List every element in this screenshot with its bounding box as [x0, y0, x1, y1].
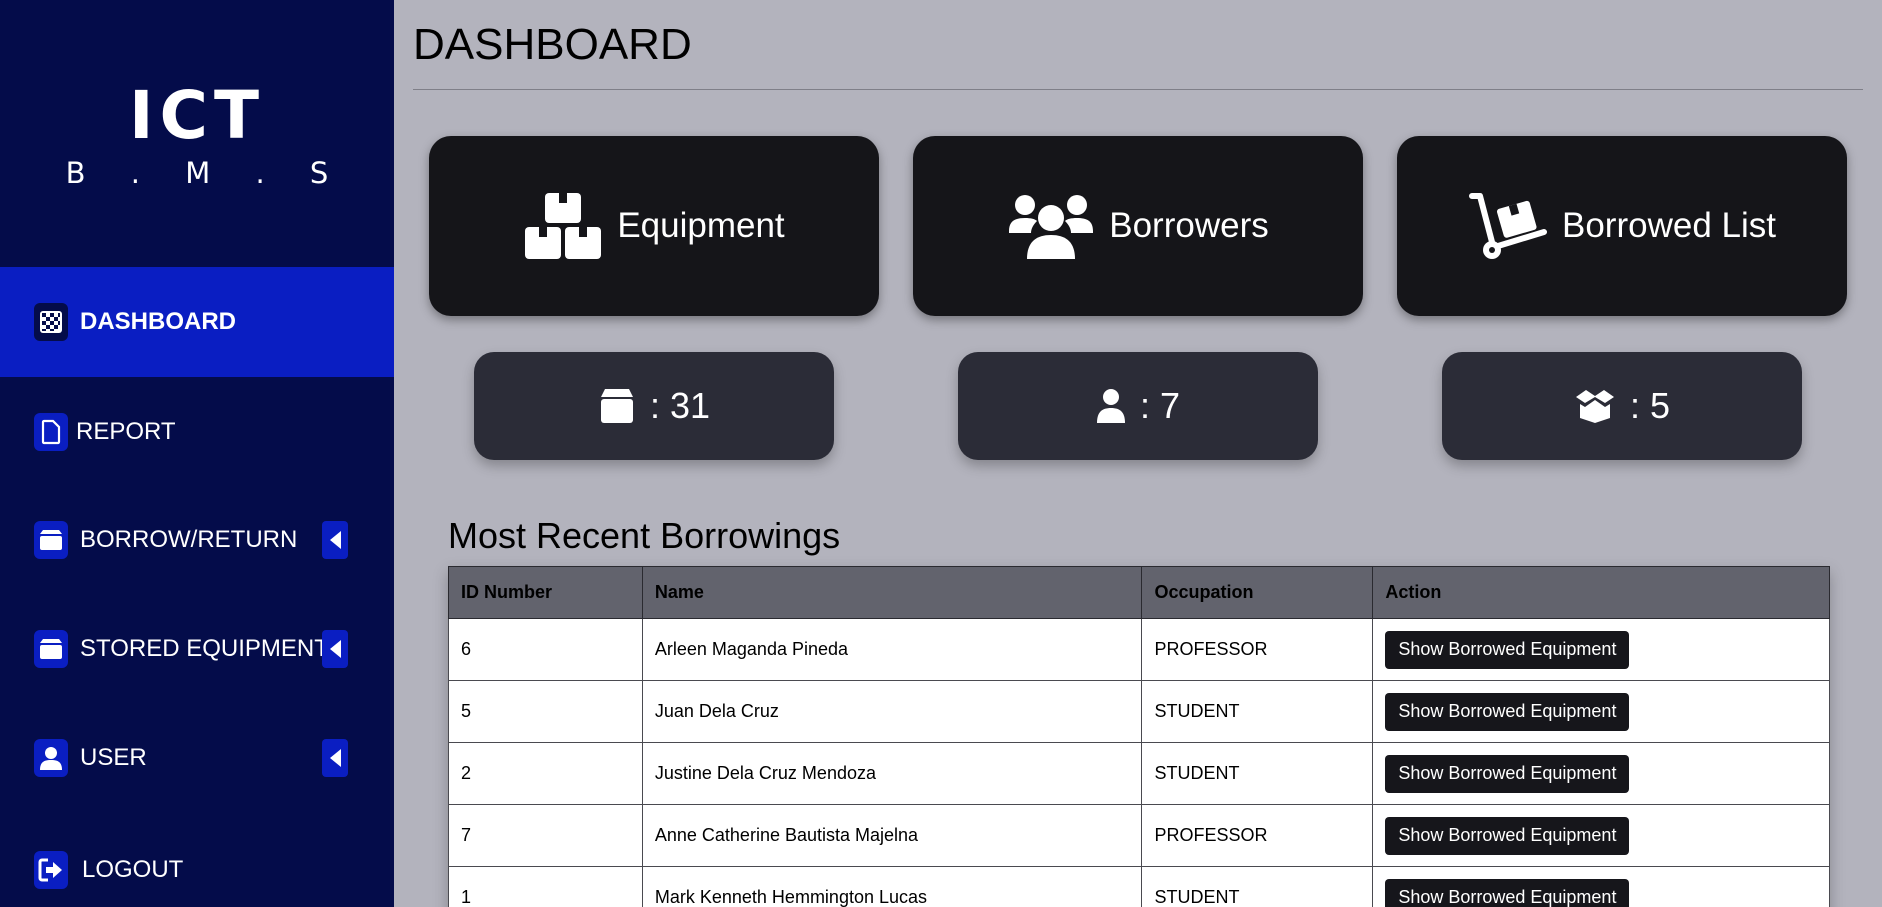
borrowed-count-badge: : 5: [1442, 352, 1802, 460]
table-row: 2 Justine Dela Cruz Mendoza STUDENT Show…: [448, 742, 1830, 805]
main-content: DASHBOARD Equipment Borrowers Borrowed L…: [394, 0, 1882, 907]
sidebar-item-label: LOGOUT: [82, 856, 184, 883]
cell-occupation: STUDENT: [1141, 680, 1374, 743]
card-label: Equipment: [617, 206, 785, 245]
cell-occupation: PROFESSOR: [1141, 618, 1374, 681]
cell-occupation: PROFESSOR: [1141, 804, 1374, 867]
sidebar-item-label: STORED EQUIPMENT: [80, 635, 329, 662]
table-row: 6 Arleen Maganda Pineda PROFESSOR Show B…: [448, 618, 1830, 681]
sidebar-item-report[interactable]: REPORT: [0, 408, 394, 456]
caret-left-icon[interactable]: [322, 521, 348, 559]
cell-id: 7: [448, 804, 643, 867]
cell-name: Anne Catherine Bautista Majelna: [641, 804, 1143, 867]
box-icon: [34, 630, 68, 668]
table-row: 5 Juan Dela Cruz STUDENT Show Borrowed E…: [448, 680, 1830, 743]
file-icon: [34, 413, 68, 451]
card-label: Borrowed List: [1562, 206, 1776, 245]
cell-id: 1: [448, 866, 643, 907]
borrowers-count-badge: : 7: [958, 352, 1318, 460]
show-borrowed-equipment-button[interactable]: Show Borrowed Equipment: [1385, 816, 1630, 855]
box-icon: [34, 521, 68, 559]
logo-main-text: ICT: [128, 77, 265, 154]
sidebar-item-label: REPORT: [76, 418, 176, 445]
cell-action: Show Borrowed Equipment: [1372, 742, 1830, 805]
cell-action: Show Borrowed Equipment: [1372, 680, 1830, 743]
equipment-card[interactable]: Equipment: [429, 136, 879, 316]
hand-truck-icon: [1469, 193, 1547, 259]
logo: ICT B . M . S: [0, 77, 394, 191]
cell-name: Juan Dela Cruz: [641, 680, 1143, 743]
user-icon: [1096, 389, 1125, 423]
table-row: 1 Mark Kenneth Hemmington Lucas STUDENT …: [448, 866, 1830, 907]
title-divider: [413, 89, 1863, 90]
sidebar: ICT B . M . S DASHBOARD REPORT BORROW/RE…: [0, 0, 394, 907]
show-borrowed-equipment-button[interactable]: Show Borrowed Equipment: [1385, 630, 1630, 669]
column-header-action: Action: [1372, 566, 1830, 619]
cell-occupation: STUDENT: [1141, 866, 1374, 907]
user-icon: [34, 739, 68, 777]
cell-name: Mark Kenneth Hemmington Lucas: [641, 866, 1143, 907]
logo-sub-text: B . M . S: [65, 156, 347, 190]
caret-left-icon[interactable]: [322, 630, 348, 668]
cell-name: Justine Dela Cruz Mendoza: [641, 742, 1143, 805]
column-header-name: Name: [641, 566, 1143, 619]
sidebar-item-stored-equipment[interactable]: STORED EQUIPMENT: [0, 625, 394, 673]
show-borrowed-equipment-button[interactable]: Show Borrowed Equipment: [1385, 878, 1630, 907]
cell-id: 6: [448, 618, 643, 681]
box-icon: [600, 389, 633, 423]
app-root: ICT B . M . S DASHBOARD REPORT BORROW/RE…: [0, 0, 1882, 907]
cell-name: Arleen Maganda Pineda: [641, 618, 1143, 681]
cell-action: Show Borrowed Equipment: [1372, 618, 1830, 681]
sidebar-item-label: DASHBOARD: [80, 308, 236, 335]
table-row: 7 Anne Catherine Bautista Majelna PROFES…: [448, 804, 1830, 867]
sidebar-item-dashboard[interactable]: DASHBOARD: [0, 267, 394, 377]
equipment-count: : 31: [649, 385, 711, 426]
borrowed-list-card[interactable]: Borrowed List: [1397, 136, 1847, 316]
equipment-count-badge: : 31: [474, 352, 834, 460]
sidebar-item-label: BORROW/RETURN: [80, 526, 298, 553]
logout-icon: [34, 851, 68, 889]
show-borrowed-equipment-button[interactable]: Show Borrowed Equipment: [1385, 692, 1630, 731]
table-header-row: ID Number Name Occupation Action: [448, 566, 1830, 619]
caret-left-icon[interactable]: [322, 739, 348, 777]
cell-id: 5: [448, 680, 643, 743]
section-title: Most Recent Borrowings: [448, 515, 841, 556]
boxes-icon: [525, 193, 602, 259]
cell-action: Show Borrowed Equipment: [1372, 866, 1830, 907]
checkered-grid-icon: [34, 303, 68, 341]
card-label: Borrowers: [1109, 206, 1269, 245]
borrowers-count: : 7: [1139, 385, 1181, 426]
cell-occupation: STUDENT: [1141, 742, 1374, 805]
users-icon: [1009, 195, 1094, 259]
borrowers-card[interactable]: Borrowers: [913, 136, 1363, 316]
open-box-icon: [1575, 390, 1614, 423]
page-title: DASHBOARD: [413, 20, 692, 69]
borrowed-count: : 5: [1629, 385, 1671, 426]
recent-borrowings-table: ID Number Name Occupation Action 6 Arlee…: [448, 566, 1830, 907]
show-borrowed-equipment-button[interactable]: Show Borrowed Equipment: [1385, 754, 1630, 793]
column-header-occupation: Occupation: [1141, 566, 1374, 619]
cell-action: Show Borrowed Equipment: [1372, 804, 1830, 867]
sidebar-item-borrow-return[interactable]: BORROW/RETURN: [0, 516, 394, 564]
sidebar-item-logout[interactable]: LOGOUT: [0, 846, 394, 894]
column-header-id: ID Number: [448, 566, 643, 619]
sidebar-item-label: USER: [80, 744, 147, 771]
sidebar-item-user[interactable]: USER: [0, 734, 394, 782]
cell-id: 2: [448, 742, 643, 805]
